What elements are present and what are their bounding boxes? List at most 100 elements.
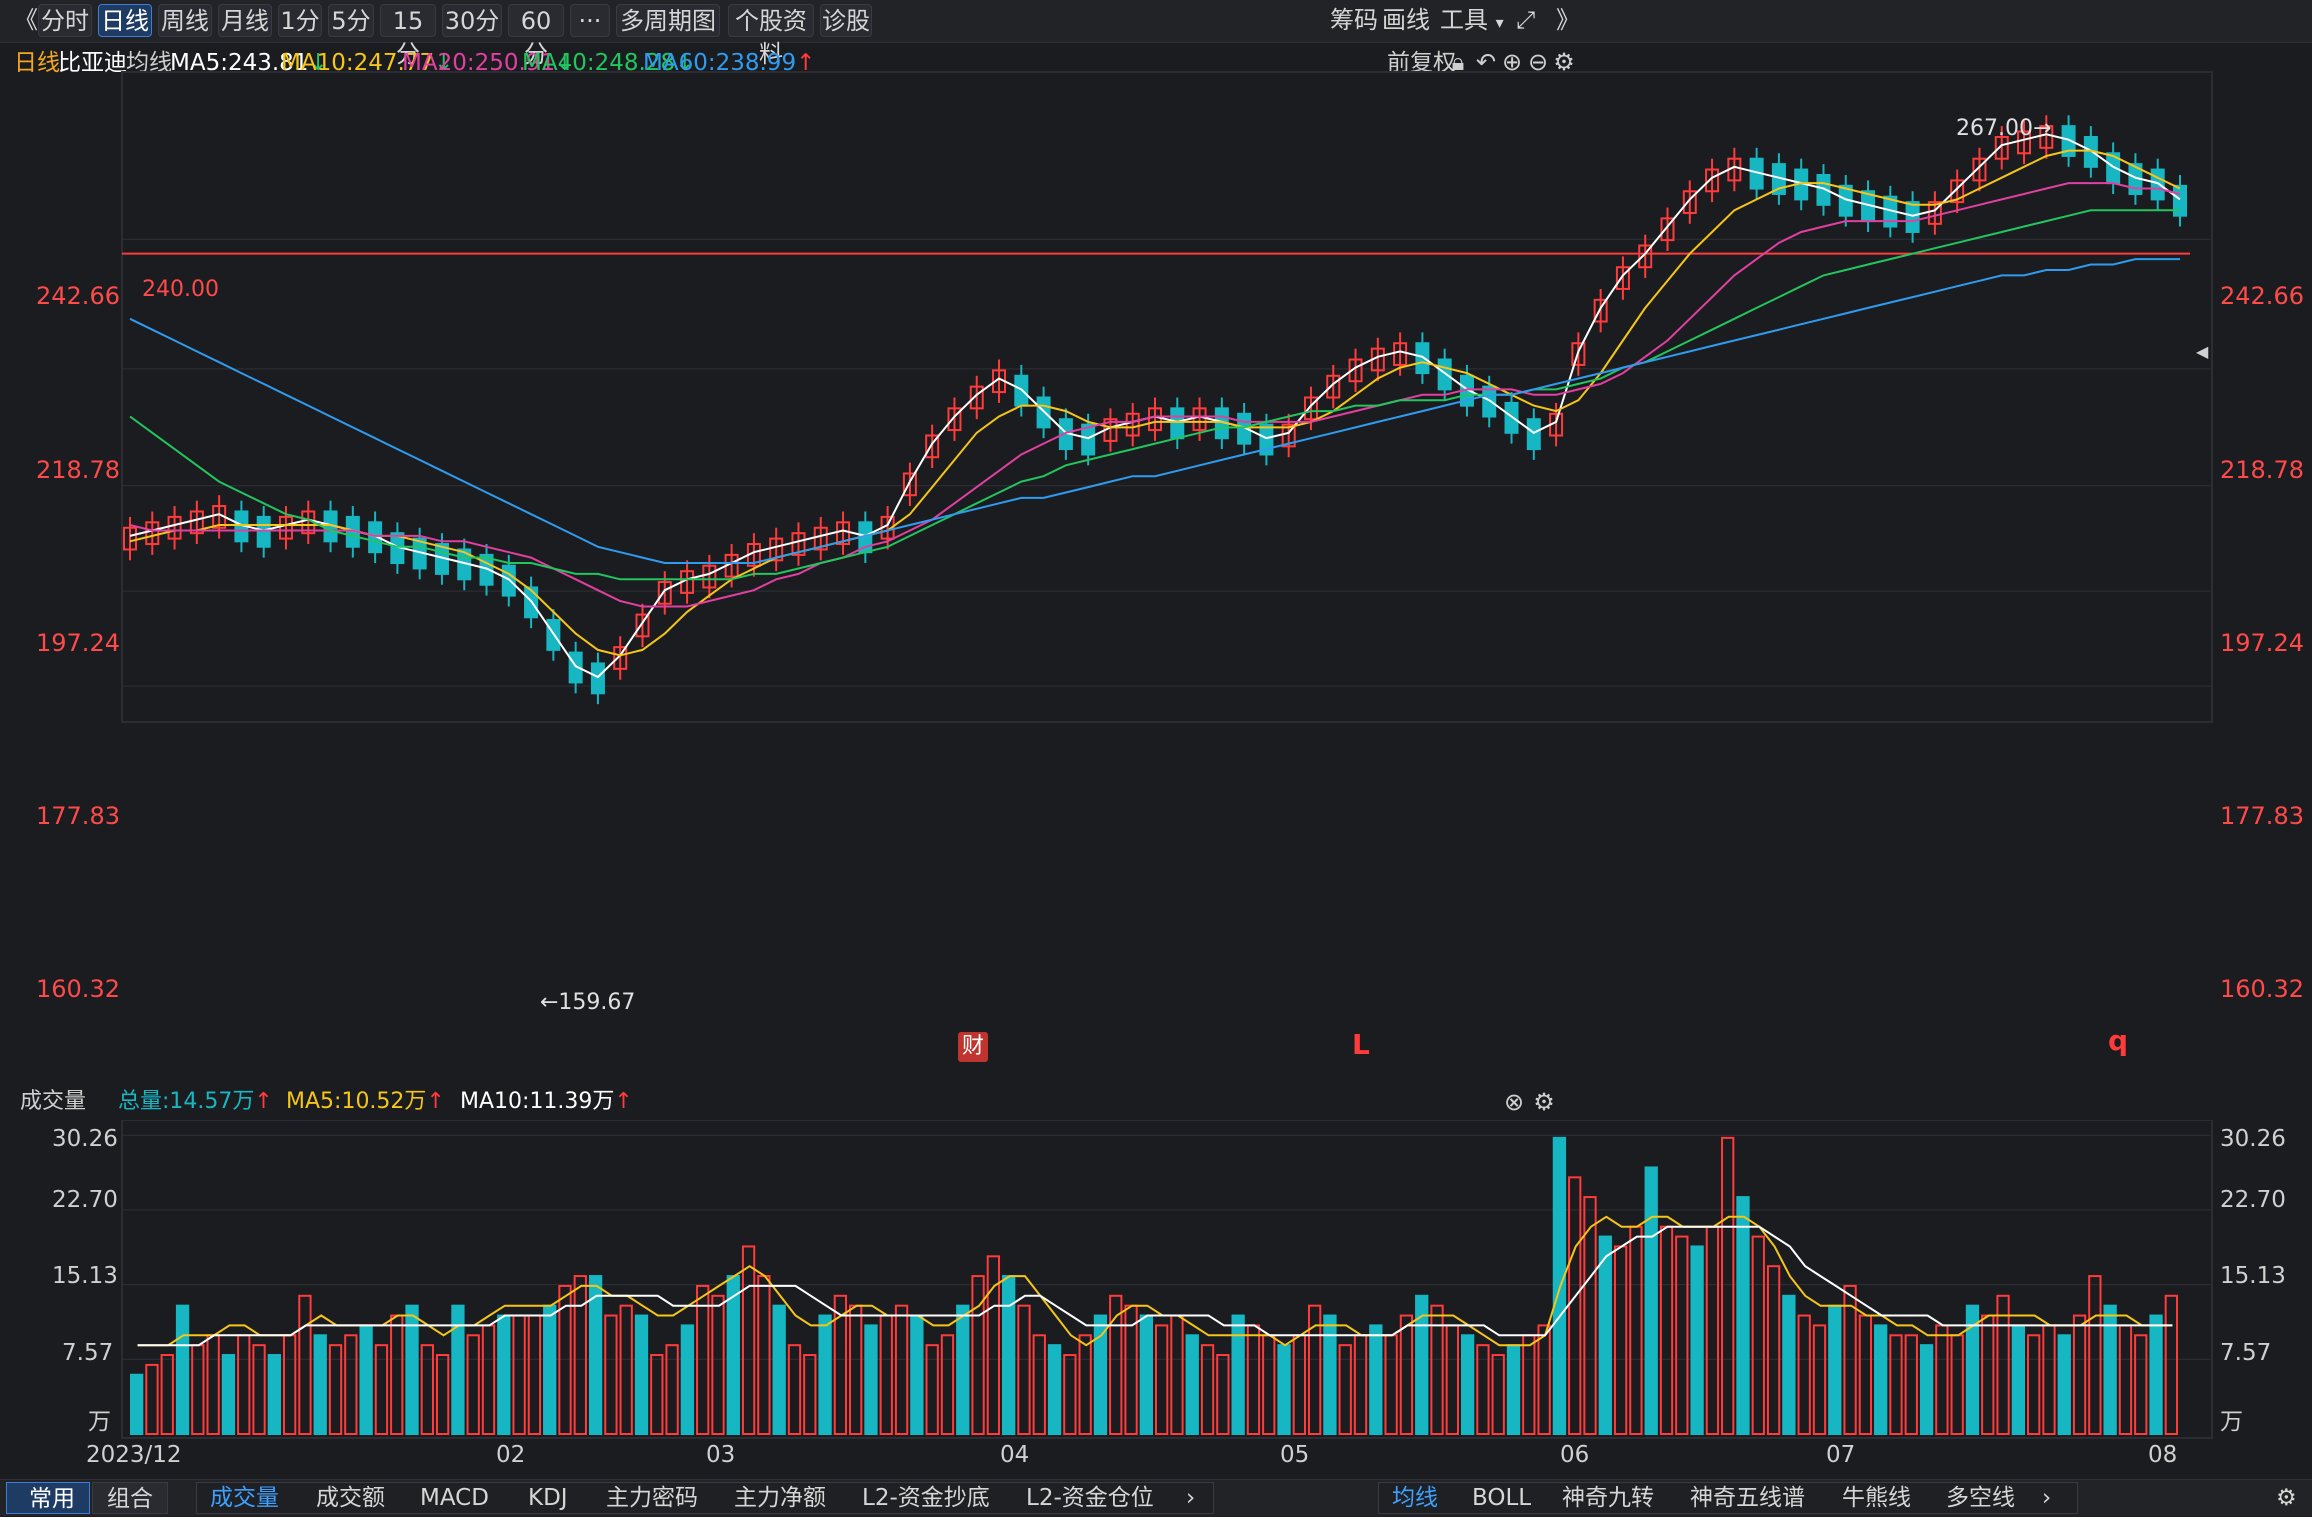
multi-period-button[interactable]: 多周期图 ⌵: [616, 4, 720, 66]
tab-common-label: 常用: [29, 1486, 75, 1512]
volume-tick-left: 7.57: [62, 1340, 114, 1366]
volume-bar-down: [1460, 1334, 1475, 1436]
volume-bar-down: [864, 1324, 878, 1435]
tab-main-net[interactable]: 主力净额: [734, 1480, 826, 1516]
volume-bar-down: [1002, 1275, 1016, 1435]
volume-total: 总量:14.57万↑: [118, 1089, 273, 1114]
tab-common[interactable]: 常用: [6, 1482, 90, 1514]
tab-boll[interactable]: BOLL: [1472, 1480, 1531, 1516]
expand-icon[interactable]: ⤢: [1516, 4, 1535, 37]
tab-combo[interactable]: 组合: [92, 1482, 168, 1514]
arrow-up-icon: ↑: [426, 1089, 445, 1114]
close-icon[interactable]: ⊗: [1500, 1088, 1528, 1116]
volume-bar-down: [956, 1304, 970, 1435]
date-label: 08: [2148, 1442, 2178, 1468]
candle-down: [1415, 342, 1430, 375]
tab-period-1[interactable]: 日线: [98, 4, 152, 37]
volume-bar-down: [313, 1334, 327, 1436]
tab-period-5[interactable]: 5分: [328, 4, 374, 37]
tab-bull-bear[interactable]: 牛熊线: [1842, 1480, 1911, 1516]
draw-button[interactable]: 画线: [1382, 4, 1430, 37]
price-tick-left: 218.78: [36, 456, 120, 484]
volume-header: 成交量 总量:14.57万↑ MA5:10.52万↑ MA10:11.39万↑: [0, 1084, 2312, 1120]
candle-down: [1482, 385, 1497, 418]
tab-magic-five[interactable]: 神奇五线谱: [1690, 1480, 1805, 1516]
candle-down: [590, 662, 605, 695]
date-label: 06: [1560, 1442, 1590, 1468]
volume-tick-right: 30.26: [2220, 1126, 2286, 1152]
chips-button[interactable]: 筹码: [1330, 4, 1378, 37]
volume-bar-down: [1644, 1166, 1658, 1436]
volume-bar-down: [1323, 1314, 1337, 1435]
volume-bar-down: [1093, 1314, 1108, 1435]
volume-bar-down: [680, 1324, 695, 1435]
volume-bar-down: [2011, 1324, 2026, 1435]
gear-icon[interactable]: ⚙: [2276, 1480, 2297, 1516]
back-chevron-icon[interactable]: 《: [14, 4, 40, 37]
tab-volume[interactable]: 成交量: [210, 1480, 279, 1516]
more-button[interactable]: ···: [570, 4, 610, 37]
tab-period-8[interactable]: 60分: [508, 4, 564, 68]
tab-l2-bottom[interactable]: L2-资金抄底: [862, 1480, 990, 1516]
tab-magic-nine[interactable]: 神奇九转: [1562, 1480, 1654, 1516]
price-tick-right: 177.83: [2220, 802, 2304, 830]
volume-bar-down: [2057, 1334, 2071, 1436]
date-label: 02: [496, 1442, 526, 1468]
volume-bar-down: [221, 1354, 236, 1435]
volume-tick-left: 15.13: [52, 1263, 118, 1289]
hline-label: 240.00: [142, 277, 219, 302]
candle-down: [256, 515, 271, 548]
tab-main-code[interactable]: 主力密码: [606, 1480, 698, 1516]
tab-period-7[interactable]: 30分: [442, 4, 502, 37]
volume-bar-down: [1185, 1334, 1199, 1436]
chevron-right-icon[interactable]: ›: [2042, 1480, 2051, 1516]
volume-bar-down: [267, 1354, 281, 1435]
tab-l2-position[interactable]: L2-资金仓位: [1026, 1480, 1154, 1516]
tools-label: 工具: [1440, 6, 1488, 34]
tab-period-0[interactable]: 分时: [38, 4, 92, 37]
collapse-right-icon[interactable]: 》: [1556, 4, 1580, 37]
gear-icon[interactable]: ⚙: [1530, 1088, 1558, 1116]
price-tick-left: 197.24: [36, 629, 120, 657]
earnings-marker[interactable]: 财: [958, 1032, 988, 1062]
volume-bar-down: [1736, 1196, 1750, 1435]
volume-bar-down: [634, 1314, 649, 1435]
tab-turnover[interactable]: 成交额: [316, 1480, 385, 1516]
tab-ma-overlay[interactable]: 均线: [1392, 1480, 1438, 1516]
tab-period-6[interactable]: 15分: [380, 4, 436, 68]
stock-info-button[interactable]: 个股资料: [728, 4, 814, 68]
tab-period-3[interactable]: 月线: [218, 4, 272, 37]
date-label: 2023/12: [86, 1442, 182, 1468]
event-marker-l[interactable]: L: [1352, 1028, 1370, 1061]
date-label: 05: [1280, 1442, 1310, 1468]
bottom-indicator-bar: 常用 组合 成交量 成交额 MACD KDJ 主力密码 主力净额 L2-资金抄底…: [0, 1479, 2312, 1516]
multi-period-label: 多周期图: [620, 7, 716, 35]
tab-period-4[interactable]: 1分: [278, 4, 322, 37]
volume-tick-right: 22.70: [2220, 1187, 2286, 1213]
price-chart[interactable]: [0, 70, 2312, 730]
price-tick-left: 177.83: [36, 802, 120, 830]
tab-kdj[interactable]: KDJ: [528, 1480, 568, 1516]
volume-bar-down: [1828, 1304, 1842, 1435]
volume-bar-down: [2149, 1314, 2163, 1435]
event-marker-q[interactable]: q: [2108, 1024, 2128, 1057]
volume-bar-down: [1369, 1324, 1383, 1435]
volume-bar-down: [1874, 1324, 1888, 1435]
volume-bar-down: [543, 1304, 557, 1435]
current-price-pointer-icon: ◀: [2196, 342, 2209, 361]
arrow-up-icon: ↑: [614, 1089, 633, 1114]
candle-down: [1526, 418, 1541, 451]
chevron-right-icon[interactable]: ›: [1186, 1480, 1195, 1516]
volume-bar-down: [1047, 1344, 1062, 1435]
volume-bar-down: [359, 1324, 373, 1435]
tools-button[interactable]: 工具 ▾: [1440, 4, 1504, 37]
candle-down: [1504, 401, 1519, 434]
tab-period-2[interactable]: 周线: [158, 4, 212, 37]
volume-bar-down: [1277, 1344, 1291, 1435]
tab-macd[interactable]: MACD: [420, 1480, 489, 1516]
diagnose-button[interactable]: 诊股: [820, 4, 872, 37]
arrow-up-icon: ↑: [254, 1089, 273, 1114]
volume-chart[interactable]: [0, 1120, 2312, 1440]
candle-down: [1170, 407, 1185, 440]
tab-long-short[interactable]: 多空线: [1946, 1480, 2015, 1516]
